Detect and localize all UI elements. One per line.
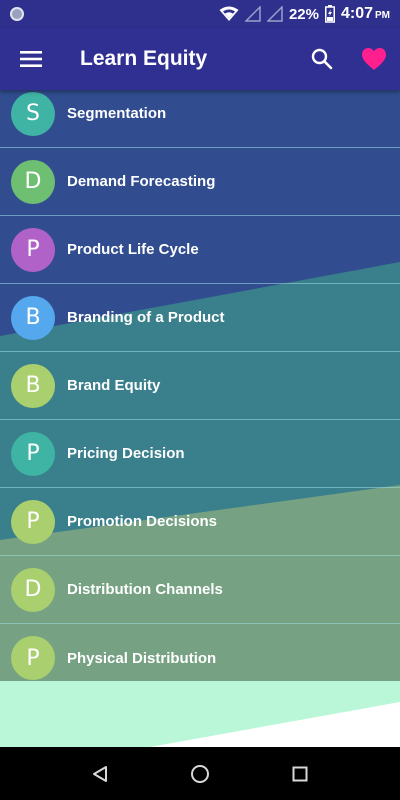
topic-avatar: P: [11, 636, 55, 680]
favorites-button[interactable]: [348, 28, 400, 90]
topic-label: Promotion Decisions: [67, 513, 218, 530]
home-icon: [191, 764, 209, 783]
clock-ampm: PM: [375, 10, 390, 21]
list-item[interactable]: B Branding of a Product: [0, 284, 400, 352]
heart-icon: [362, 48, 386, 70]
signal-icon-2: [266, 6, 283, 22]
topic-avatar: D: [11, 567, 55, 612]
recents-icon: [292, 766, 308, 781]
topic-label: Pricing Decision: [67, 445, 185, 462]
topic-label: Branding of a Product: [67, 309, 225, 326]
list-item[interactable]: B Brand Equity: [0, 352, 400, 420]
list-item[interactable]: P Physical Distribution: [0, 624, 400, 692]
signal-icon: [244, 6, 261, 22]
back-icon: [93, 765, 107, 782]
recents-button[interactable]: [250, 747, 350, 800]
list-item[interactable]: P Pricing Decision: [0, 420, 400, 488]
app-actions: [296, 28, 400, 90]
topic-label: Demand Forecasting: [67, 173, 216, 190]
list-item[interactable]: P Product Life Cycle: [0, 216, 400, 284]
wifi-icon: [219, 6, 239, 21]
topic-label: Physical Distribution: [67, 649, 217, 667]
page-title: Learn Equity: [80, 47, 208, 70]
topic-avatar: D: [11, 159, 55, 204]
list-item[interactable]: D Demand Forecasting: [0, 148, 400, 216]
topic-label: Segmentation: [67, 105, 167, 122]
topic-list: S Segmentation D Demand Forecasting P Pr…: [0, 90, 400, 692]
topic-avatar: P: [11, 431, 55, 476]
back-button[interactable]: [50, 747, 150, 800]
home-button[interactable]: [150, 747, 250, 800]
battery-icon: [324, 5, 335, 23]
topic-label: Distribution Channels: [67, 581, 223, 598]
status-icons: 22% 4:07 PM: [219, 5, 390, 23]
topic-list-container[interactable]: S Segmentation D Demand Forecasting P Pr…: [0, 90, 400, 747]
topic-avatar: S: [11, 91, 55, 136]
topic-avatar: P: [11, 227, 55, 272]
menu-button[interactable]: [0, 28, 62, 90]
search-button[interactable]: [296, 28, 348, 90]
menu-icon: [20, 51, 42, 67]
list-item[interactable]: P Promotion Decisions: [0, 488, 400, 556]
app-bar: Learn Equity: [0, 28, 400, 90]
battery-percent: 22%: [288, 5, 319, 23]
topic-avatar: P: [11, 499, 55, 544]
clock: 4:07: [340, 5, 373, 22]
navigation-bar: [0, 747, 400, 800]
topic-label: Product Life Cycle: [67, 241, 199, 258]
screen: 22% 4:07 PM Learn Equity S Segmentation …: [0, 0, 400, 800]
list-item[interactable]: S Segmentation: [0, 90, 400, 148]
notification-icon: [10, 7, 24, 21]
status-bar: 22% 4:07 PM: [0, 0, 400, 28]
list-item[interactable]: D Distribution Channels: [0, 556, 400, 624]
topic-avatar: B: [11, 363, 55, 408]
topic-avatar: B: [11, 295, 55, 340]
search-icon: [311, 48, 333, 70]
topic-label: Brand Equity: [67, 377, 161, 394]
